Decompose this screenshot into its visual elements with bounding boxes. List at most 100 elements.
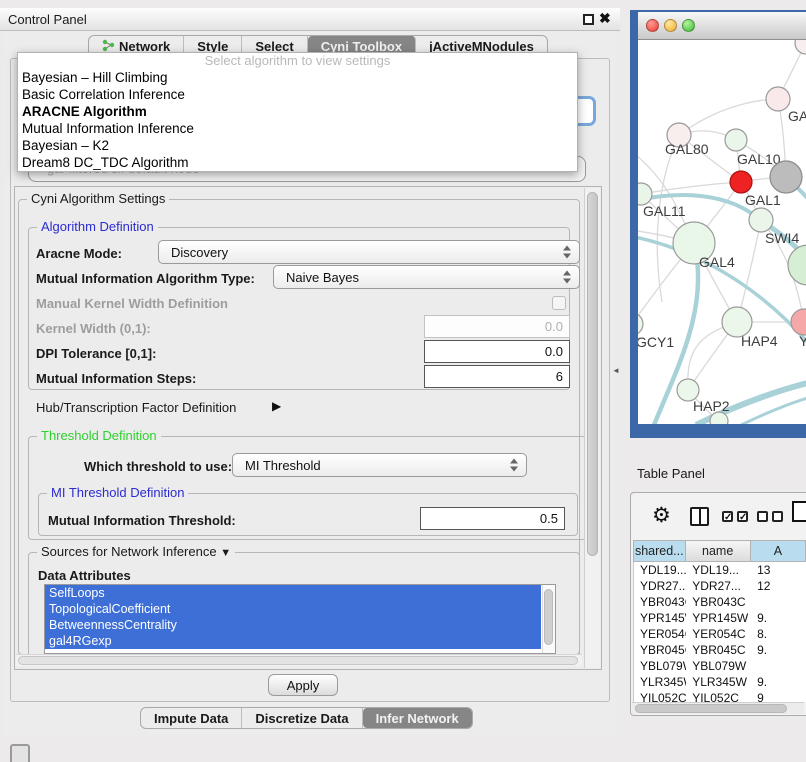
float-window-icon[interactable] <box>583 14 594 25</box>
combo-spinner-icon <box>563 246 572 259</box>
network-window-titlebar[interactable] <box>638 12 806 40</box>
column-header[interactable]: A <box>751 540 806 562</box>
aracne-mode-combo[interactable]: Discovery <box>158 240 580 264</box>
settings-vscrollbar-thumb[interactable] <box>587 192 598 556</box>
table-rows[interactable]: YDL19...YDL19...13YDR27...YDR27...12YBR0… <box>633 562 806 702</box>
algorithm-option[interactable]: ARACNE Algorithm <box>18 103 577 120</box>
attribute-item[interactable]: TopologicalCoefficient <box>45 601 541 617</box>
algorithm-option[interactable]: Bayesian – K2 <box>18 137 577 154</box>
table-row[interactable]: YDL19...YDL19...13 <box>634 562 806 578</box>
attribute-item[interactable]: SelfLoops <box>45 585 541 601</box>
network-node[interactable] <box>770 161 802 193</box>
table-row[interactable]: YPR145WYPR145W9. <box>634 610 806 626</box>
column-selector-icon[interactable] <box>690 507 709 526</box>
which-threshold-value: MI Threshold <box>245 458 321 473</box>
algorithm-option[interactable]: Dream8 DC_TDC Algorithm <box>18 154 577 171</box>
node-label: Y <box>799 333 806 349</box>
combo-spinner-icon <box>510 459 519 472</box>
mi-threshold-group-title: MI Threshold Definition <box>47 485 188 500</box>
mi-type-combo[interactable]: Naive Bayes <box>273 265 580 289</box>
network-node[interactable] <box>766 87 790 111</box>
aracne-mode-label: Aracne Mode: <box>36 246 122 261</box>
mi-type-value: Naive Bayes <box>286 270 359 285</box>
network-edge[interactable] <box>737 220 761 322</box>
column-header[interactable]: name <box>686 540 751 562</box>
table-cell: YBR043C <box>686 594 751 610</box>
network-node[interactable] <box>749 208 773 232</box>
table-row[interactable]: YLR345WYLR345W9. <box>634 674 806 690</box>
table-settings-gear-icon[interactable]: ⚙ <box>652 503 671 528</box>
table-cell: 9 <box>751 690 806 702</box>
kernel-width-field[interactable]: 0.0 <box>424 315 570 338</box>
attributes-scrollbar-thumb[interactable] <box>544 589 553 645</box>
minimize-traffic-light-icon[interactable] <box>664 19 677 32</box>
tab-discretize-data[interactable]: Discretize Data <box>242 708 362 728</box>
table-row[interactable]: YBR043CYBR043C <box>634 594 806 610</box>
table-cell <box>751 658 806 674</box>
expand-arrow-icon[interactable]: ▶ <box>272 399 281 413</box>
manual-kernel-checkbox[interactable] <box>552 296 566 310</box>
network-node[interactable] <box>795 40 806 54</box>
algorithm-option[interactable]: Mutual Information Inference <box>18 120 577 137</box>
checked-box-icon[interactable]: ✓ <box>737 511 748 522</box>
table-hscrollbar-thumb[interactable] <box>635 704 787 713</box>
table-cell: 9. <box>751 610 806 626</box>
table-row[interactable]: YBL079WYBL079W <box>634 658 806 674</box>
close-traffic-light-icon[interactable] <box>646 19 659 32</box>
network-node[interactable] <box>730 171 752 193</box>
table-header-row: shared...nameA <box>633 540 806 562</box>
network-view-window: GALGAL80GAL10GAL1GAL11SWI4GAL4GCY1HAP4YH… <box>630 10 806 438</box>
close-panel-icon[interactable]: ✖ <box>599 10 611 27</box>
node-label: GAL1 <box>745 192 781 208</box>
tab-label: Infer Network <box>376 711 459 726</box>
unchecked-box-icon[interactable] <box>757 511 768 522</box>
attribute-item[interactable]: BetweennessCentrality <box>45 617 541 633</box>
algorithm-option[interactable]: Basic Correlation Inference <box>18 86 577 103</box>
node-label: GAL11 <box>643 203 686 219</box>
document-icon[interactable] <box>792 501 806 522</box>
checked-box-icon[interactable]: ✓ <box>722 511 733 522</box>
tab-infer-network[interactable]: Infer Network <box>363 708 472 728</box>
data-attributes-list[interactable]: SelfLoopsTopologicalCoefficientBetweenne… <box>44 584 556 654</box>
unchecked-box-icon[interactable] <box>772 511 783 522</box>
which-threshold-combo[interactable]: MI Threshold <box>232 453 527 477</box>
table-cell: YDR27... <box>634 578 686 594</box>
table-row[interactable]: YIL052CYIL052C9 <box>634 690 806 702</box>
network-canvas[interactable]: GALGAL80GAL10GAL1GAL11SWI4GAL4GCY1HAP4YH… <box>638 40 806 424</box>
algorithm-option[interactable]: Bayesian – Hill Climbing <box>18 69 577 86</box>
column-header[interactable]: shared... <box>633 540 686 562</box>
table-cell: 13 <box>751 562 806 578</box>
tab-impute-data[interactable]: Impute Data <box>141 708 242 728</box>
node-label: GAL80 <box>665 141 709 157</box>
settings-hscrollbar-thumb[interactable] <box>18 656 578 665</box>
network-node[interactable] <box>710 412 728 424</box>
mi-threshold-field[interactable]: 0.5 <box>420 507 565 530</box>
collapse-arrow-icon[interactable]: ▼ <box>220 547 231 559</box>
table-cell: 9. <box>751 642 806 658</box>
table-cell: YDL19... <box>686 562 751 578</box>
table-cell: YPR145W <box>634 610 686 626</box>
apply-button[interactable]: Apply <box>268 674 338 696</box>
table-cell: 8. <box>751 626 806 642</box>
network-edge[interactable] <box>641 182 741 194</box>
algorithm-option-list: Bayesian – Hill ClimbingBasic Correlatio… <box>18 69 577 171</box>
attribute-item[interactable]: gal4RGexp <box>45 633 541 649</box>
table-row[interactable]: YBR045CYBR045C9. <box>634 642 806 658</box>
network-node[interactable] <box>725 129 747 151</box>
table-cell: YPR145W <box>686 610 751 626</box>
network-node[interactable] <box>788 245 806 285</box>
mi-steps-field[interactable]: 6 <box>424 365 570 388</box>
zoom-traffic-light-icon[interactable] <box>682 19 695 32</box>
table-cell: YDL19... <box>634 562 686 578</box>
network-node[interactable] <box>791 309 806 335</box>
table-row[interactable]: YER054CYER054C8. <box>634 626 806 642</box>
network-node[interactable] <box>638 313 643 335</box>
panel-divider-arrow-icon[interactable]: ◄ <box>612 366 620 375</box>
tab-label: Impute Data <box>154 711 228 726</box>
table-row[interactable]: YDR27...YDR27...12 <box>634 578 806 594</box>
partial-corner-icon[interactable] <box>10 744 30 762</box>
dpi-tolerance-field[interactable]: 0.0 <box>424 340 570 363</box>
network-edge[interactable] <box>638 236 806 345</box>
network-edge[interactable] <box>679 99 778 135</box>
sources-group-title: Sources for Network Inference ▼ <box>37 544 235 559</box>
